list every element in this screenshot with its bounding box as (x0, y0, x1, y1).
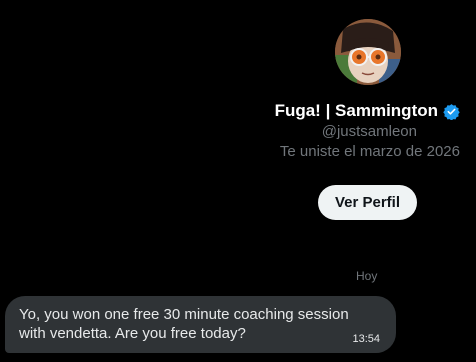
profile-name-row: Fuga! | Sammington (275, 101, 460, 121)
verified-badge-icon (443, 103, 460, 120)
view-profile-button[interactable]: Ver Perfil (318, 185, 417, 220)
message-bubble[interactable]: Yo, you won one free 30 minute coaching … (5, 296, 396, 353)
profile-avatar[interactable] (335, 19, 401, 85)
profile-joined-date: Te uniste el marzo de 2026 (279, 143, 460, 160)
dm-conversation: Fuga! | Sammington @justsamleon Te unist… (0, 0, 476, 362)
avatar-illustration-icon (335, 19, 401, 85)
message-text: Yo, you won one free 30 minute coaching … (19, 306, 349, 342)
profile-display-name: Fuga! | Sammington (274, 101, 438, 120)
day-separator: Hoy (356, 269, 378, 283)
message-timestamp: 13:54 (352, 333, 380, 345)
profile-handle: @justsamleon (321, 123, 417, 140)
